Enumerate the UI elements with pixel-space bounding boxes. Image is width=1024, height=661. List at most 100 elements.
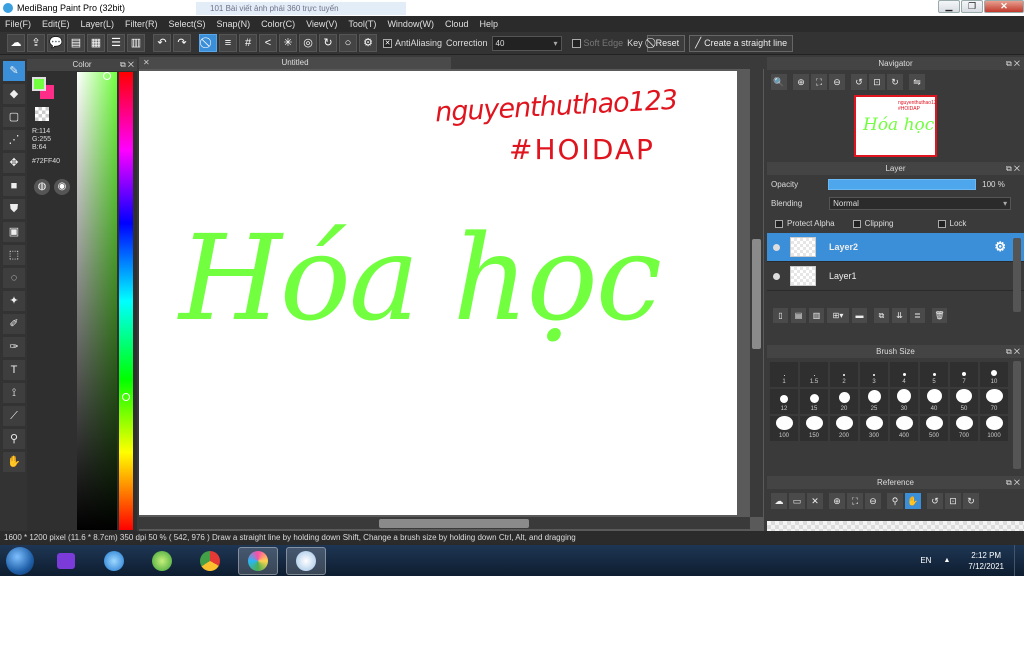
flip-icon[interactable]: ⇋ [909, 74, 925, 90]
brush-size-option[interactable]: 25 [860, 389, 888, 414]
parallel-snap-icon[interactable]: ≡ [219, 34, 237, 52]
menu-color[interactable]: Color(C) [261, 19, 295, 29]
brush-size-option[interactable]: 15 [800, 389, 828, 414]
panel-popout-close-icon[interactable]: ⧉ ✕ [1006, 476, 1020, 489]
new-halftone-layer-icon[interactable]: ▤ [791, 308, 806, 323]
visibility-icon[interactable] [773, 243, 780, 251]
internet-explorer-taskbar-icon[interactable] [94, 547, 134, 575]
layer-row-layer2[interactable]: Layer2 ⚙ [767, 233, 1024, 262]
brush-size-option[interactable]: 5 [920, 362, 948, 387]
hue-cursor[interactable] [122, 393, 130, 401]
minimize-button[interactable]: ▁ [938, 0, 960, 13]
menu-edit[interactable]: Edit(E) [42, 19, 70, 29]
brush-size-option[interactable]: 300 [860, 416, 888, 441]
brush-size-option[interactable]: 1000 [980, 416, 1008, 441]
coccoc-browser-taskbar-icon[interactable] [142, 547, 182, 575]
brush-size-option[interactable]: 2 [830, 362, 858, 387]
rotate-right-icon[interactable]: ↻ [963, 493, 979, 509]
magic-wand-tool-icon[interactable]: ✦ [3, 291, 25, 311]
panel-popout-close-icon[interactable]: ⧉ ✕ [1006, 345, 1020, 358]
menu-view[interactable]: View(V) [306, 19, 337, 29]
maximize-button[interactable]: ❐ [961, 0, 983, 13]
pick-color-icon[interactable]: ⚲ [887, 493, 903, 509]
concentric-snap-icon[interactable]: ◎ [299, 34, 317, 52]
select-eraser-tool-icon[interactable]: ✑ [3, 337, 25, 357]
panel-popout-close-icon[interactable]: ⧉ ✕ [1006, 57, 1020, 70]
zoom-icon[interactable]: 🔍 [771, 74, 787, 90]
paint-taskbar-icon[interactable] [286, 546, 326, 575]
menu-filter[interactable]: Filter(R) [125, 19, 158, 29]
text-tool-icon[interactable]: T [3, 360, 25, 380]
fill-shape-tool-icon[interactable]: ■ [3, 176, 25, 196]
brush-size-option[interactable]: 50 [950, 389, 978, 414]
hue-slider[interactable] [119, 72, 133, 530]
drawing-canvas[interactable]: nguyenthuthao123 #HOIDAP Hóa học [139, 71, 737, 515]
zoom-out-icon[interactable]: ⊖ [865, 493, 881, 509]
layer-settings-gear-icon[interactable]: ⚙ [994, 239, 1006, 255]
hand-tool-icon[interactable]: ✋ [3, 452, 25, 472]
horizontal-scroll-thumb[interactable] [379, 519, 529, 528]
show-hidden-icons-icon[interactable]: ▲ [943, 557, 950, 564]
select-pen-tool-icon[interactable]: ✐ [3, 314, 25, 334]
fit-window-icon[interactable]: ⛶ [811, 74, 827, 90]
menu-tool[interactable]: Tool(T) [348, 19, 376, 29]
comment-icon[interactable]: 💬 [47, 34, 65, 52]
brush-size-option[interactable]: 1.5 [800, 362, 828, 387]
menu-select[interactable]: Select(S) [169, 19, 206, 29]
zoom-out-icon[interactable]: ⊖ [829, 74, 845, 90]
list-icon[interactable]: ☰ [107, 34, 125, 52]
cloud-reference-icon[interactable]: ☁ [771, 493, 787, 509]
sv-cursor[interactable] [103, 72, 111, 80]
reset-button[interactable]: ⃠Reset [646, 34, 686, 52]
menu-layer[interactable]: Layer(L) [81, 19, 115, 29]
brush-size-option[interactable]: 4 [890, 362, 918, 387]
menu-snap[interactable]: Snap(N) [217, 19, 251, 29]
canvas-horizontal-scrollbar[interactable] [139, 517, 750, 529]
delete-layer-icon[interactable]: 🗑 [932, 308, 947, 323]
bucket-tool-icon[interactable]: ⛊ [3, 199, 25, 219]
brush-size-option[interactable]: 200 [830, 416, 858, 441]
brush-size-option[interactable]: 40 [920, 389, 948, 414]
rotate-left-icon[interactable]: ↺ [927, 493, 943, 509]
hand-icon[interactable]: ✋ [905, 493, 921, 509]
palette-icon[interactable]: ◍ [34, 179, 50, 195]
visual-studio-taskbar-icon[interactable] [46, 547, 86, 575]
brush-size-option[interactable]: 1 [770, 362, 798, 387]
brush-tool-icon[interactable]: ✎ [3, 61, 25, 81]
dot-tool-icon[interactable]: ⋰ [3, 130, 25, 150]
canvas-tab-close-icon[interactable]: ✕ [143, 57, 150, 69]
visibility-icon[interactable] [773, 272, 780, 280]
vanishing-point-icon[interactable]: < [259, 34, 277, 52]
add-layer-menu-icon[interactable]: ⊞▾ [827, 308, 849, 323]
menu-help[interactable]: Help [479, 19, 498, 29]
grid-icon[interactable]: ▥ [127, 34, 145, 52]
curve-snap-icon[interactable]: ↻ [319, 34, 337, 52]
menu-cloud[interactable]: Cloud [445, 19, 469, 29]
protect-alpha-checkbox[interactable] [775, 219, 783, 228]
undo-icon[interactable]: ↶ [153, 34, 171, 52]
rotate-left-icon[interactable]: ↺ [851, 74, 867, 90]
brush-size-option[interactable]: 500 [920, 416, 948, 441]
operation-tool-icon[interactable]: ⟟ [3, 383, 25, 403]
eraser-tool-icon[interactable]: ◆ [3, 84, 25, 104]
brush-size-option[interactable]: 20 [830, 389, 858, 414]
open-folder-icon[interactable]: ▭ [789, 493, 805, 509]
gradient-tool-icon[interactable]: ▣ [3, 222, 25, 242]
menu-window[interactable]: Window(W) [387, 19, 434, 29]
brush-size-option[interactable]: 70 [980, 389, 1008, 414]
chrome-taskbar-icon[interactable] [190, 547, 230, 575]
opacity-slider[interactable] [828, 179, 977, 190]
show-desktop-button[interactable] [1014, 545, 1024, 576]
brush-size-scrollbar[interactable] [1013, 361, 1021, 469]
brush-size-option[interactable]: 12 [770, 389, 798, 414]
circle-snap-icon[interactable]: ○ [339, 34, 357, 52]
clipping-checkbox[interactable] [852, 219, 861, 228]
panel-popout-close-icon[interactable]: ⧉ ✕ [120, 59, 134, 71]
snap-off-icon[interactable]: ⃠ [199, 34, 217, 52]
navigator-thumbnail[interactable]: nguyenthuthao123 #HOIDAP Hóa học [854, 95, 937, 157]
folder-icon[interactable]: ▬ [852, 308, 867, 323]
hex-value[interactable]: #72FF40 [32, 158, 60, 165]
new-layer-icon[interactable]: ▯ [773, 308, 788, 323]
zoom-in-icon[interactable]: ⊕ [829, 493, 845, 509]
layer-row-layer1[interactable]: Layer1 [767, 262, 1024, 291]
